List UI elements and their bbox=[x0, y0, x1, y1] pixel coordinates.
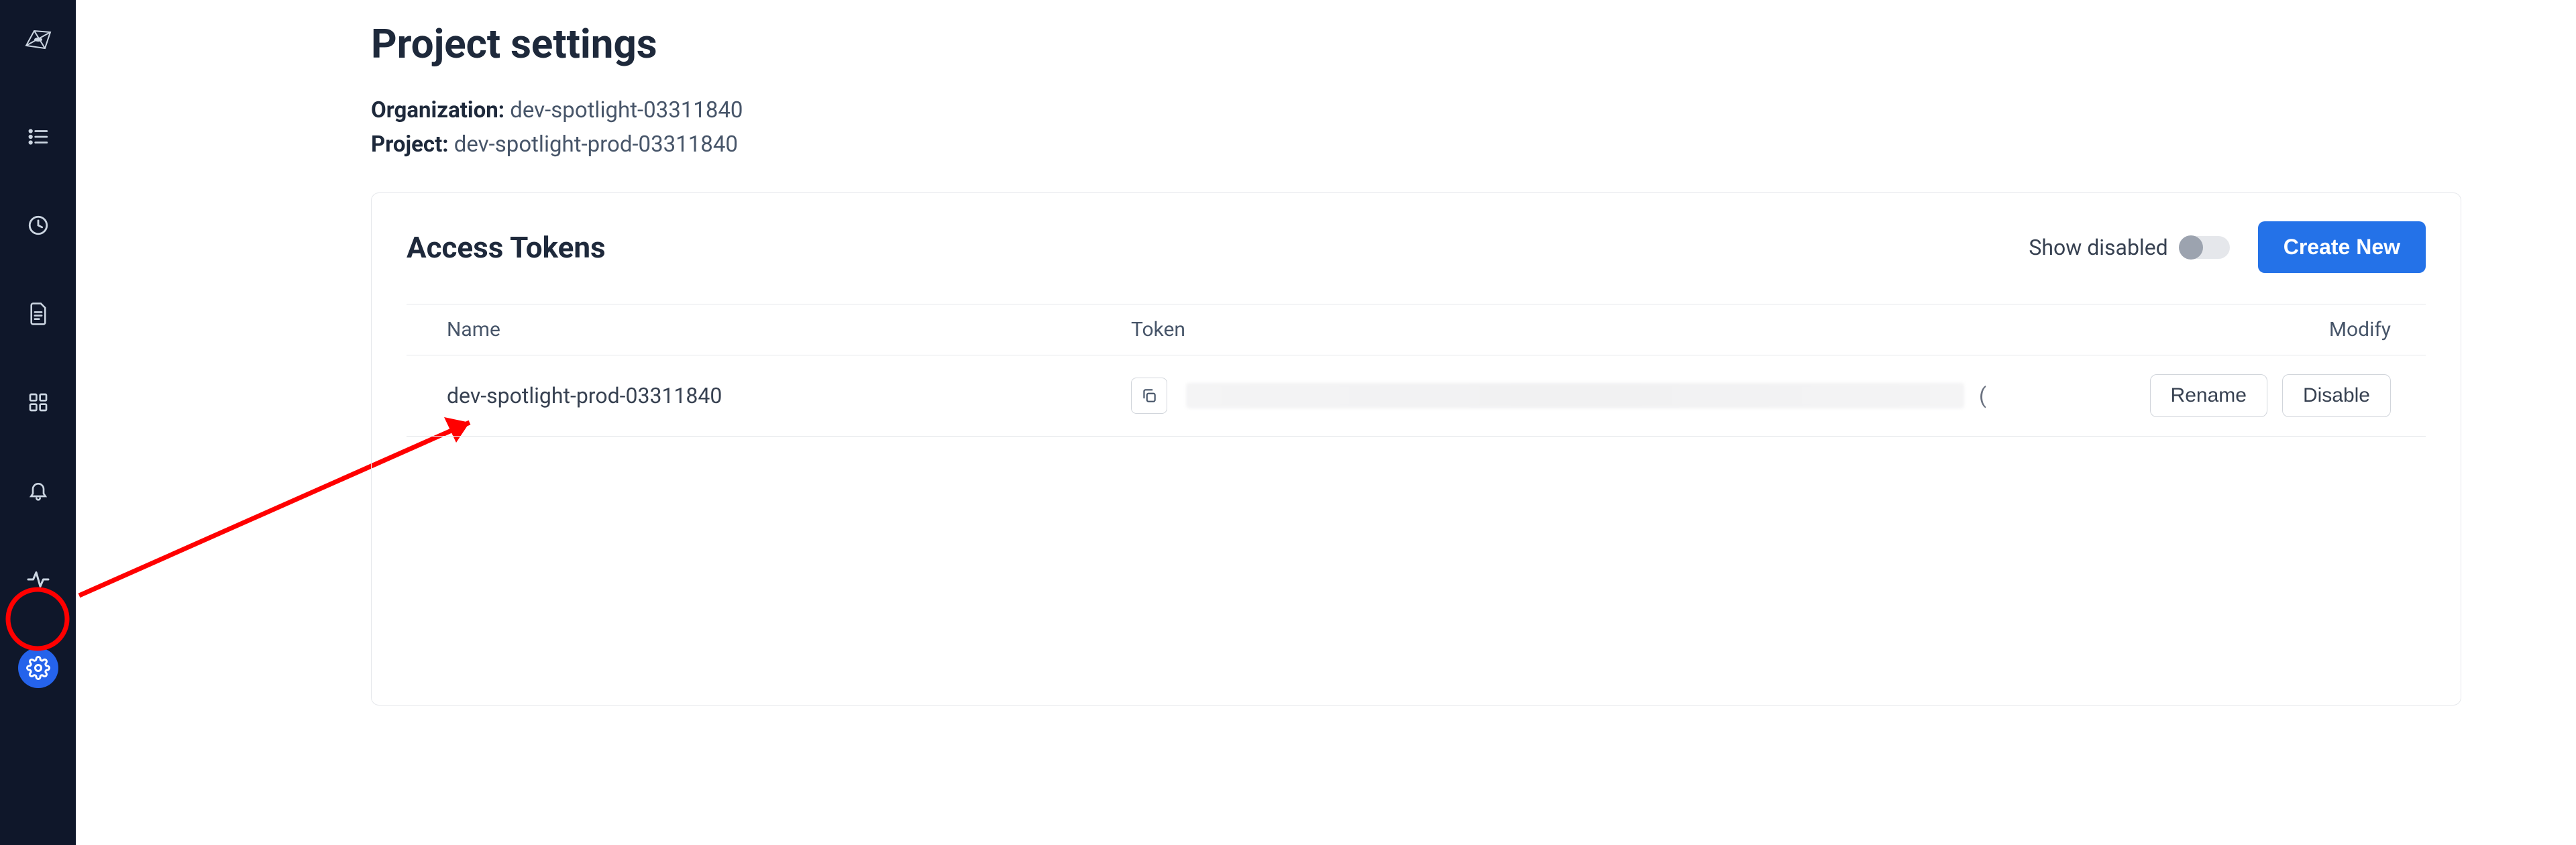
copy-icon bbox=[1140, 387, 1158, 404]
org-value: dev-spotlight-03311840 bbox=[510, 97, 743, 123]
col-token: Token bbox=[1131, 318, 2318, 341]
project-value: dev-spotlight-prod-03311840 bbox=[454, 131, 738, 158]
token-name: dev-spotlight-prod-03311840 bbox=[447, 383, 1131, 408]
col-name: Name bbox=[447, 318, 1131, 341]
disable-button[interactable]: Disable bbox=[2282, 374, 2391, 417]
sidebar bbox=[0, 0, 76, 845]
nav-document[interactable] bbox=[18, 294, 58, 334]
show-disabled-toggle[interactable]: Show disabled bbox=[2029, 235, 2229, 260]
nav-activity[interactable] bbox=[18, 559, 58, 600]
logo-icon[interactable] bbox=[18, 19, 58, 59]
rename-button[interactable]: Rename bbox=[2150, 374, 2267, 417]
nav-settings[interactable] bbox=[18, 648, 58, 688]
nav-grid[interactable] bbox=[18, 382, 58, 422]
project-label: Project: bbox=[371, 131, 449, 158]
table-row: dev-spotlight-prod-03311840 ( Rename Dis… bbox=[407, 355, 2426, 437]
org-label: Organization: bbox=[371, 97, 504, 123]
toggle-track[interactable] bbox=[2179, 236, 2230, 259]
tokens-table-head: Name Token Modify bbox=[407, 304, 2426, 355]
nav-clock[interactable] bbox=[18, 205, 58, 245]
access-tokens-card: Access Tokens Show disabled Create New N… bbox=[371, 192, 2461, 706]
nav-bell[interactable] bbox=[18, 471, 58, 511]
card-title: Access Tokens bbox=[407, 230, 606, 265]
token-tail: ( bbox=[1979, 383, 1986, 408]
nav-list[interactable] bbox=[18, 117, 58, 157]
main-content: Project settings Organization: dev-spotl… bbox=[76, 0, 2576, 845]
token-value-obscured bbox=[1186, 383, 1964, 408]
copy-token-button[interactable] bbox=[1131, 378, 1167, 414]
col-modify: Modify bbox=[2318, 318, 2426, 341]
create-new-button[interactable]: Create New bbox=[2258, 221, 2426, 273]
project-meta: Organization: dev-spotlight-03311840 Pro… bbox=[371, 93, 2536, 162]
toggle-knob bbox=[2179, 235, 2203, 260]
show-disabled-label: Show disabled bbox=[2029, 235, 2167, 260]
page-title: Project settings bbox=[371, 20, 2536, 68]
